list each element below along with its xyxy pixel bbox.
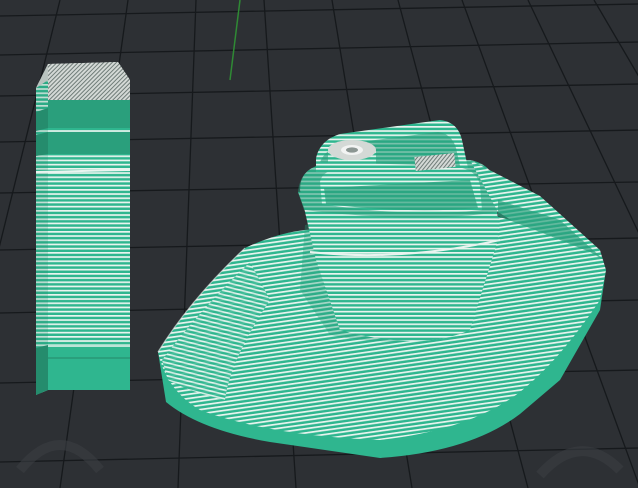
calibration-tower[interactable] — [35, 62, 131, 395]
3d-print-preview-viewport[interactable] — [0, 0, 638, 488]
benchy-boat[interactable] — [157, 120, 606, 458]
sliced-scene — [0, 0, 638, 488]
chimney — [328, 140, 376, 178]
